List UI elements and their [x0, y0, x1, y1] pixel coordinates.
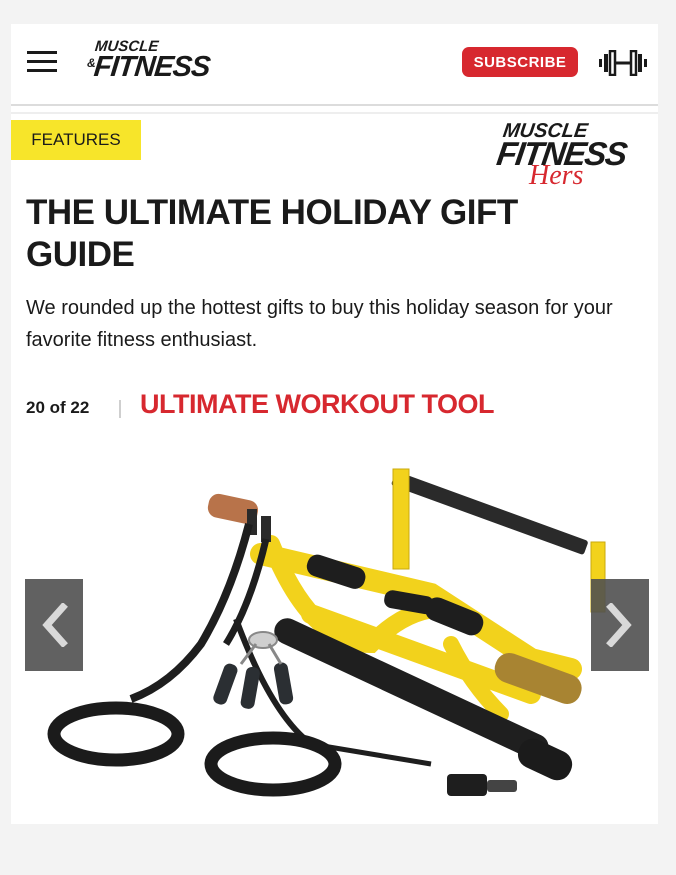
gallery-prev-button[interactable] — [25, 579, 83, 671]
hamburger-menu-icon[interactable] — [27, 51, 57, 73]
hers-logo-line3: Hers — [529, 160, 584, 191]
pullup-bar-frame — [207, 468, 606, 761]
product-image — [47, 468, 606, 797]
gallery-counter: 20 of 22 — [26, 398, 90, 417]
slide-title: ULTIMATE WORKOUT TOOL — [140, 389, 494, 419]
logo-line2: FITNESS — [92, 51, 212, 83]
article-page: MUSCLE & FITNESS SUBSCRIBE FEATURES MUSC… — [11, 24, 658, 824]
gallery-slide — [11, 444, 658, 824]
hers-logo: MUSCLE FITNESS Hers — [493, 120, 658, 192]
subscribe-button[interactable]: SUBSCRIBE — [462, 47, 578, 77]
chevron-left-icon — [42, 603, 68, 647]
dumbbell-icon[interactable] — [598, 50, 648, 76]
counter-separator — [119, 400, 121, 418]
gallery-next-button[interactable] — [591, 579, 649, 671]
site-logo[interactable]: MUSCLE & FITNESS — [87, 38, 247, 88]
article-description: We rounded up the hottest gifts to buy t… — [26, 297, 613, 351]
header-divider — [11, 104, 658, 106]
site-header: MUSCLE & FITNESS SUBSCRIBE — [11, 24, 658, 106]
header-divider-secondary — [11, 112, 658, 114]
article-title: THE ULTIMATE HOLIDAY GIFT GUIDE — [26, 193, 518, 274]
section-badge[interactable]: FEATURES — [11, 120, 141, 160]
hand-grippers — [213, 631, 294, 709]
chevron-right-icon — [606, 603, 632, 647]
